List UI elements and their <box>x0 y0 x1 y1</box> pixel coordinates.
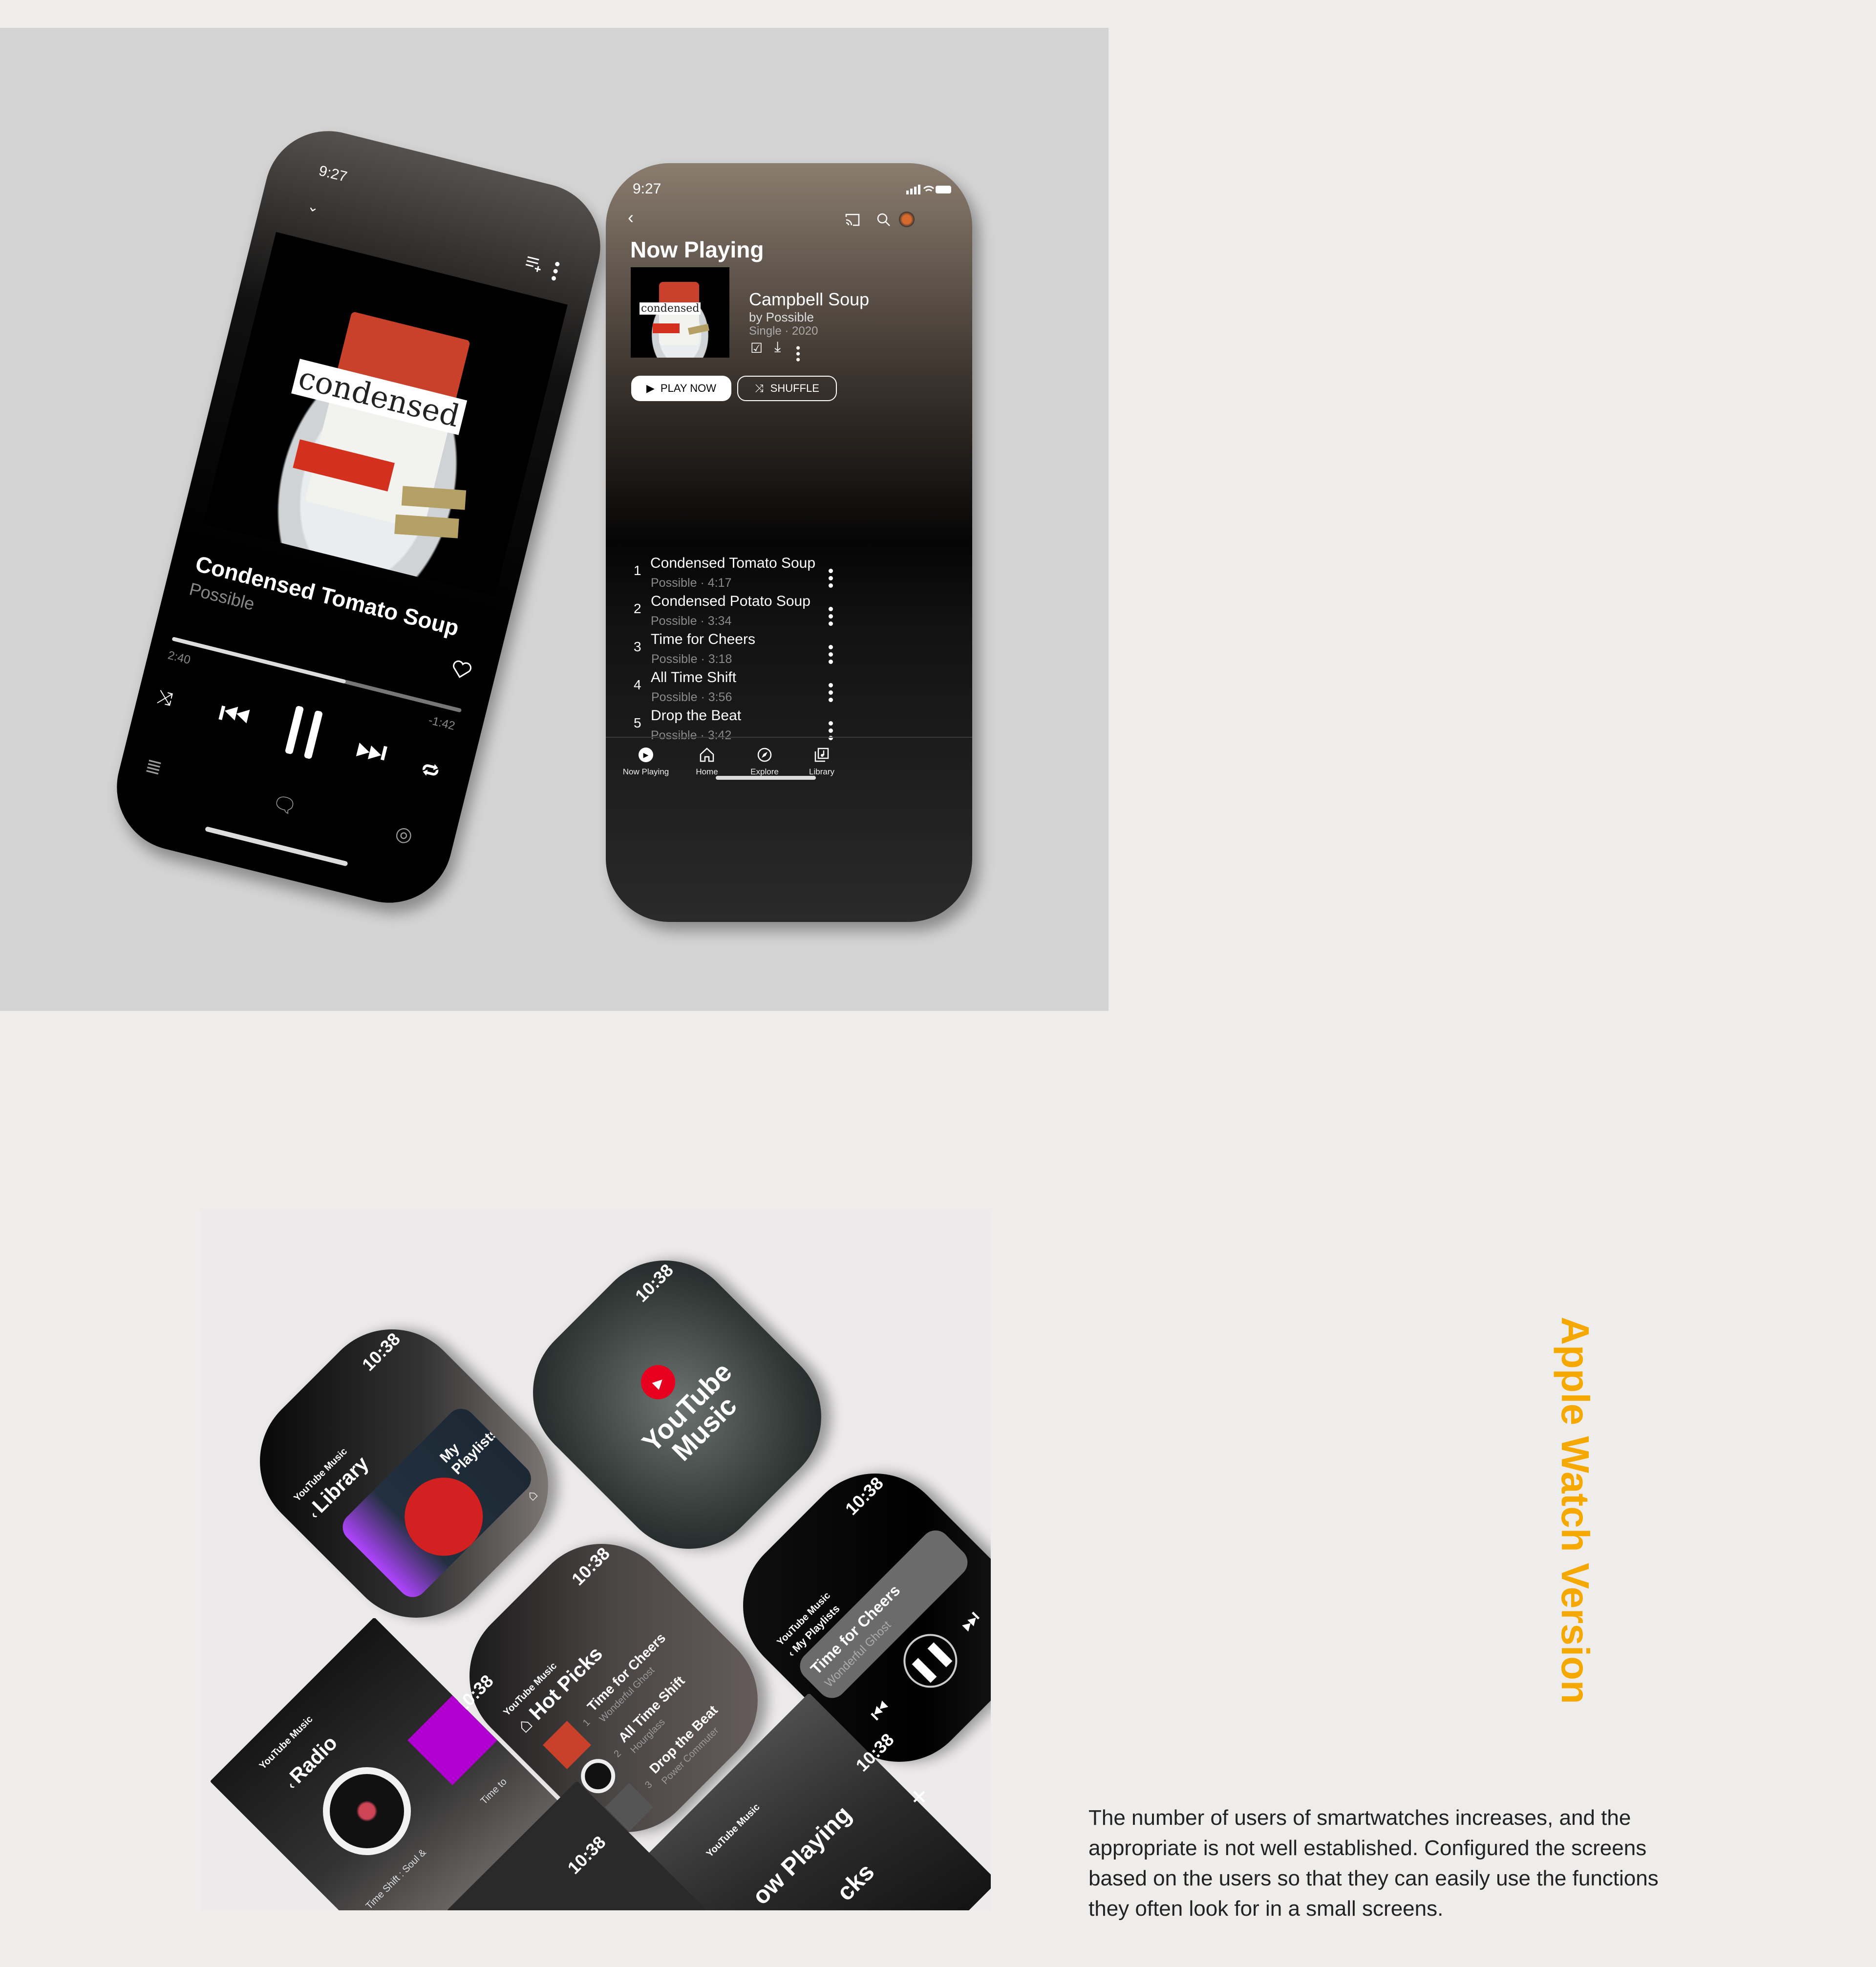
more-icon[interactable] <box>829 721 833 743</box>
repeat-icon[interactable]: 🔁︎ <box>419 755 442 784</box>
previous-icon[interactable]: ⏮ <box>214 692 254 739</box>
queue-icon[interactable]: ≣ <box>143 754 165 780</box>
home-indicator <box>205 826 348 867</box>
back-icon[interactable]: ‹ <box>628 207 634 228</box>
lyrics-icon[interactable]: 🗨︎ <box>270 791 299 819</box>
album-art: condensed <box>203 232 568 597</box>
search-icon[interactable] <box>877 213 891 227</box>
chevron-down-icon[interactable]: ⌄ <box>306 197 321 216</box>
home-icon[interactable]: ⌂ <box>523 1486 541 1504</box>
track-row[interactable]: 4 All Time Shift Possible · 3:56 <box>606 663 972 704</box>
explore-icon <box>757 748 772 762</box>
nav-library[interactable]: Library <box>792 748 851 777</box>
divider <box>606 737 972 738</box>
home-icon <box>700 748 714 762</box>
track-row[interactable]: 1 Condensed Tomato Soup Possible · 4:17 <box>606 549 972 590</box>
album-art: condensed <box>631 267 729 358</box>
album-title: Campbell Soup <box>749 289 870 309</box>
cast-icon[interactable] <box>845 213 860 227</box>
home-indicator <box>716 776 816 780</box>
my-playlists-card[interactable]: My Playlists <box>337 1403 537 1604</box>
track-row[interactable]: 2 Condensed Potato Soup Possible · 3:34 <box>606 587 972 628</box>
watch-partial-body <box>448 1782 706 1910</box>
elapsed-time: 2:40 <box>166 648 192 667</box>
remaining-time: -1:42 <box>427 713 457 733</box>
add-to-library-icon[interactable]: ☑ <box>750 340 763 356</box>
heart-icon[interactable] <box>450 659 473 681</box>
next-icon[interactable]: ⏭ <box>352 727 391 773</box>
avatar[interactable] <box>899 212 915 227</box>
shuffle-button[interactable]: ⤨ SHUFFLE <box>737 376 837 401</box>
shuffle-icon: ⤨ <box>755 382 764 394</box>
play-now-button[interactable]: ▶ PLAY NOW <box>631 376 731 401</box>
more-icon[interactable] <box>551 261 561 284</box>
pause-icon[interactable]: ❚❚ <box>892 1623 969 1699</box>
now-playing-icon: ▶ <box>639 748 653 762</box>
watch-mockup-panel: 10:38 YouTube Music ‹ Library My Playlis… <box>201 1210 991 1910</box>
nav-home[interactable]: Home <box>678 748 736 777</box>
status-time: 9:27 <box>633 181 661 197</box>
radio-disc[interactable] <box>323 1767 411 1855</box>
album-artist[interactable]: by Possible <box>749 310 814 325</box>
section-title: Apple Watch Version <box>1554 1317 1597 1704</box>
album-meta: Single · 2020 <box>749 324 818 338</box>
library-icon <box>814 748 829 762</box>
nav-now-playing[interactable]: ▶ Now Playing <box>617 748 675 777</box>
status-icons <box>906 185 951 194</box>
track-row[interactable]: 5 Drop the Beat Possible · 3:42 <box>606 702 972 743</box>
track-row[interactable]: 3 Time for Cheers Possible · 3:18 <box>606 625 972 666</box>
more-icon[interactable] <box>796 346 800 364</box>
add-to-queue-icon[interactable] <box>524 255 546 274</box>
description-text: The number of users of smartwatches incr… <box>1088 1806 1659 1921</box>
page-title: Now Playing <box>630 237 764 262</box>
related-icon[interactable]: ◎ <box>393 821 415 847</box>
progress-slider[interactable] <box>171 637 462 713</box>
nav-explore[interactable]: Explore <box>735 748 794 777</box>
now-playing-phone: 9:27 ‹ Now Playing condensed Campbell So… <box>606 163 972 922</box>
shuffle-icon[interactable]: ⤨ <box>155 686 175 710</box>
next-icon[interactable]: ⏭ <box>955 1606 985 1637</box>
pause-icon[interactable] <box>282 705 327 761</box>
download-icon[interactable]: ⤓ <box>774 339 781 356</box>
status-time: 9:27 <box>317 162 349 186</box>
play-icon: ▶ <box>646 382 655 394</box>
